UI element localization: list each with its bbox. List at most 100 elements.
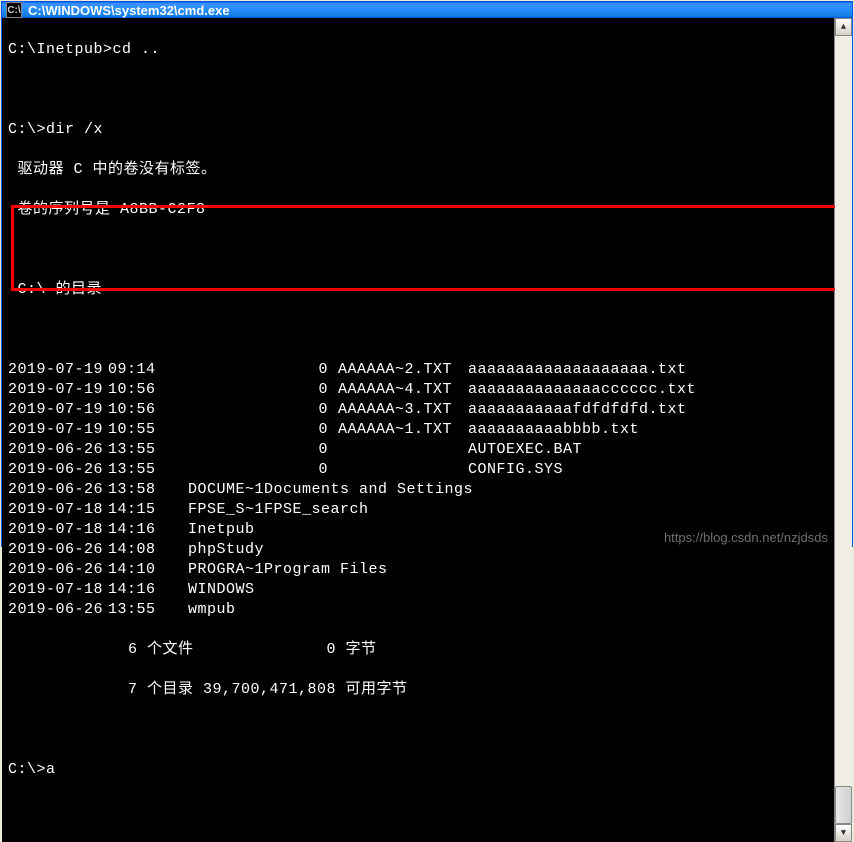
col-time: 10:56 (108, 380, 178, 400)
titlebar[interactable]: C:\ C:\WINDOWS\system32\cmd.exe (2, 2, 852, 18)
col-name: Program Files (264, 561, 388, 578)
col-dir (178, 440, 268, 460)
dir-row: 2019-06-2613:55 wmpub (8, 600, 828, 620)
col-time: 14:15 (108, 500, 178, 520)
col-size: 0 (268, 380, 338, 400)
col-name: AUTOEXEC.BAT (468, 440, 582, 460)
col-shortname: AAAAAA~4.TXT (338, 380, 468, 400)
summary-files: 6 个文件 0 字节 (8, 640, 828, 660)
col-date: 2019-06-26 (8, 480, 108, 500)
col-name: WINDOWS (188, 581, 255, 598)
col-name: Inetpub (188, 521, 255, 538)
col-dir (178, 360, 268, 380)
dir-row: 2019-07-1910:550AAAAAA~1.TXTaaaaaaaaaabb… (8, 420, 828, 440)
col-date: 2019-07-18 (8, 520, 108, 540)
col-dir: Inetpub (178, 520, 268, 540)
col-time: 14:16 (108, 520, 178, 540)
col-name: wmpub (188, 601, 236, 618)
dir-row: 2019-06-2613:55 0 AUTOEXEC.BAT (8, 440, 828, 460)
col-dir: WINDOWS (178, 580, 268, 600)
col-dir (178, 400, 268, 420)
cmd-text: dir /x (46, 121, 103, 138)
col-date: 2019-06-26 (8, 600, 108, 620)
scrollbar[interactable]: ▲ ▼ (834, 18, 852, 842)
col-size (178, 521, 188, 538)
console-content[interactable]: C:\Inetpub>cd .. C:\>dir /x 驱动器 C 中的卷没有标… (2, 18, 834, 842)
col-name: phpStudy (188, 541, 264, 558)
col-size: 0 (268, 440, 338, 460)
col-size: 0 (268, 460, 338, 480)
col-name: CONFIG.SYS (468, 460, 563, 480)
col-dir: phpStudy (178, 540, 268, 560)
app-icon: C:\ (6, 2, 22, 18)
col-size (178, 541, 188, 558)
col-size: 0 (268, 400, 338, 420)
dir-row: 2019-07-1909:14 0AAAAAA~2.TXTaaaaaaaaaaaa… (8, 360, 828, 380)
col-size (178, 501, 188, 518)
dir-row: 2019-07-1814:16 WINDOWS (8, 580, 828, 600)
col-time: 13:55 (108, 440, 178, 460)
col-date: 2019-07-19 (8, 360, 108, 380)
col-shortname (338, 440, 468, 460)
col-date: 2019-07-18 (8, 500, 108, 520)
scroll-track[interactable] (835, 36, 852, 824)
col-time: 13:55 (108, 460, 178, 480)
col-date: 2019-06-26 (8, 460, 108, 480)
scroll-up-button[interactable]: ▲ (835, 18, 852, 36)
dir-row: 2019-07-1910:560AAAAAA~3.TXTaaaaaaaaaaaf… (8, 400, 828, 420)
col-size (178, 561, 188, 578)
col-name: aaaaaaaaaaafdfdfdfd.txt (468, 400, 687, 420)
prompt: C:\> (8, 121, 46, 138)
prompt: C:\> (8, 761, 46, 778)
col-name: aaaaaaaaaaaaaaaaaaa.txt (468, 360, 687, 380)
col-time: 10:55 (108, 420, 178, 440)
col-shortname: AAAAAA~3.TXT (338, 400, 468, 420)
col-date: 2019-06-26 (8, 560, 108, 580)
col-dir: DOCUME~1Documents and Settings (178, 480, 268, 500)
output-line: C:\ 的目录 (8, 280, 828, 300)
col-time: 14:10 (108, 560, 178, 580)
col-size: 0 (268, 360, 338, 380)
summary-dirs: 7 个目录 39,700,471,808 可用字节 (8, 680, 828, 700)
col-size: 0 (268, 420, 338, 440)
col-time: 14:16 (108, 580, 178, 600)
col-date: 2019-07-19 (8, 400, 108, 420)
col-size (178, 581, 188, 598)
col-date: 2019-06-26 (8, 440, 108, 460)
col-shortname: AAAAAA~2.TXT (338, 360, 468, 380)
col-shortname: AAAAAA~1.TXT (338, 420, 468, 440)
col-size (178, 601, 188, 618)
dir-row: 2019-06-2613:55 0 CONFIG.SYS (8, 460, 828, 480)
col-dir: PROGRA~1Program Files (178, 560, 268, 580)
col-date: 2019-06-26 (8, 540, 108, 560)
col-dir: wmpub (178, 600, 268, 620)
scroll-down-button[interactable]: ▼ (835, 824, 852, 842)
col-time: 13:55 (108, 600, 178, 620)
dir-row: 2019-06-2614:10PROGRA~1Program Files (8, 560, 828, 580)
output-line: 驱动器 C 中的卷没有标签。 (8, 160, 828, 180)
output-line: 卷的序列号是 A8BB-C2F8 (8, 200, 828, 220)
col-name: Documents and Settings (264, 481, 473, 498)
col-dir (178, 380, 268, 400)
watermark: https://blog.csdn.net/nzjdsds (664, 530, 828, 545)
col-shortname: PROGRA~1 (188, 561, 264, 578)
col-name: FPSE_search (264, 501, 369, 518)
col-dir (178, 460, 268, 480)
col-date: 2019-07-19 (8, 420, 108, 440)
dir-row: 2019-07-1910:560AAAAAA~4.TXTaaaaaaaaaaaa… (8, 380, 828, 400)
title-text: C:\WINDOWS\system32\cmd.exe (28, 3, 848, 18)
col-dir: FPSE_S~1FPSE_search (178, 500, 268, 520)
scroll-thumb[interactable] (835, 786, 852, 824)
col-size (178, 481, 188, 498)
col-time: 09:14 (108, 360, 178, 380)
col-time: 13:58 (108, 480, 178, 500)
col-time: 14:08 (108, 540, 178, 560)
col-date: 2019-07-18 (8, 580, 108, 600)
col-shortname: FPSE_S~1 (188, 501, 264, 518)
cmd-text: a (46, 761, 56, 778)
col-shortname: DOCUME~1 (188, 481, 264, 498)
dir-row: 2019-06-2613:58DOCUME~1Documents and Set… (8, 480, 828, 500)
console-area: C:\Inetpub>cd .. C:\>dir /x 驱动器 C 中的卷没有标… (2, 18, 852, 842)
col-dir (178, 420, 268, 440)
dir-row: 2019-07-1814:15FPSE_S~1FPSE_search (8, 500, 828, 520)
